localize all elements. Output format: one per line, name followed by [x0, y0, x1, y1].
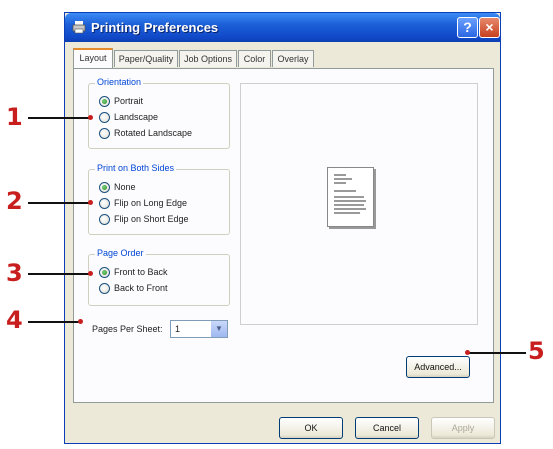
- radio-button[interactable]: [99, 198, 110, 209]
- radio-label: Portrait: [114, 96, 144, 106]
- callout-pointer-dot: [465, 350, 470, 355]
- callout-number-3: 3: [6, 259, 23, 287]
- callout-pointer-dot: [88, 115, 93, 120]
- preview-line: [334, 190, 356, 192]
- callout-leader-line: [28, 117, 90, 119]
- radio-button[interactable]: [99, 283, 110, 294]
- preview-line: [334, 178, 352, 180]
- tab-overlay[interactable]: Overlay: [272, 50, 314, 67]
- window-title: Printing Preferences: [91, 20, 219, 35]
- pages-per-sheet-select[interactable]: 1 ▼: [170, 320, 228, 338]
- radio-label: Back to Front: [114, 283, 168, 293]
- chevron-down-icon[interactable]: ▼: [210, 321, 227, 337]
- apply-button: Apply: [431, 417, 495, 439]
- page-order-group: Page Order Front to Back Back to Front: [88, 248, 230, 306]
- callout-number-5: 5: [528, 337, 545, 365]
- cancel-button[interactable]: Cancel: [355, 417, 419, 439]
- preview-line: [334, 204, 364, 206]
- callout-number-2: 2: [6, 187, 23, 215]
- help-button[interactable]: ?: [457, 17, 478, 38]
- callout-pointer-dot: [88, 200, 93, 205]
- ok-button[interactable]: OK: [279, 417, 343, 439]
- title-bar[interactable]: Printing Preferences ? ×: [65, 13, 500, 42]
- callout-leader-line: [468, 352, 526, 354]
- callout-pointer-dot: [78, 319, 83, 324]
- tab-color[interactable]: Color: [238, 50, 271, 67]
- orientation-group: Orientation Portrait Landscape Rotated L…: [88, 77, 230, 149]
- radio-label: Rotated Landscape: [114, 128, 193, 138]
- callout-number-4: 4: [6, 306, 23, 334]
- printing-preferences-dialog: Printing Preferences ? × Layout Paper/Qu…: [64, 12, 501, 444]
- preview-line: [334, 174, 346, 176]
- callout-leader-line: [28, 321, 80, 323]
- radio-label: None: [114, 182, 136, 192]
- close-button[interactable]: ×: [479, 17, 500, 38]
- select-value: 1: [175, 324, 181, 334]
- callout-leader-line: [28, 202, 90, 204]
- preview-line: [334, 200, 366, 202]
- radio-label: Front to Back: [114, 267, 168, 277]
- callout-pointer-dot: [88, 271, 93, 276]
- printer-icon: [72, 21, 86, 34]
- radio-button[interactable]: [99, 128, 110, 139]
- callout-leader-line: [28, 273, 90, 275]
- radio-label: Flip on Short Edge: [114, 214, 189, 224]
- page-order-legend: Page Order: [95, 248, 146, 258]
- tab-paper-quality[interactable]: Paper/Quality: [114, 50, 178, 67]
- preview-line: [334, 182, 346, 184]
- preview-line: [334, 196, 364, 198]
- radio-button[interactable]: [99, 96, 110, 107]
- both-sides-legend: Print on Both Sides: [95, 163, 177, 173]
- radio-button[interactable]: [99, 214, 110, 225]
- radio-button[interactable]: [99, 112, 110, 123]
- pages-per-sheet-label: Pages Per Sheet:: [92, 324, 163, 334]
- tab-job-options[interactable]: Job Options: [179, 50, 237, 67]
- orientation-legend: Orientation: [95, 77, 144, 87]
- radio-button[interactable]: [99, 182, 110, 193]
- radio-button[interactable]: [99, 267, 110, 278]
- radio-label: Flip on Long Edge: [114, 198, 188, 208]
- layout-preview: [240, 83, 478, 325]
- preview-line: [334, 208, 366, 210]
- tab-layout[interactable]: Layout: [73, 48, 113, 68]
- both-sides-group: Print on Both Sides None Flip on Long Ed…: [88, 163, 230, 235]
- callout-number-1: 1: [6, 103, 23, 131]
- radio-label: Landscape: [114, 112, 159, 122]
- advanced-button[interactable]: Advanced...: [406, 356, 470, 378]
- layout-panel: Orientation Portrait Landscape Rotated L…: [73, 68, 494, 403]
- page-preview-icon: [327, 167, 374, 227]
- preview-line: [334, 212, 360, 214]
